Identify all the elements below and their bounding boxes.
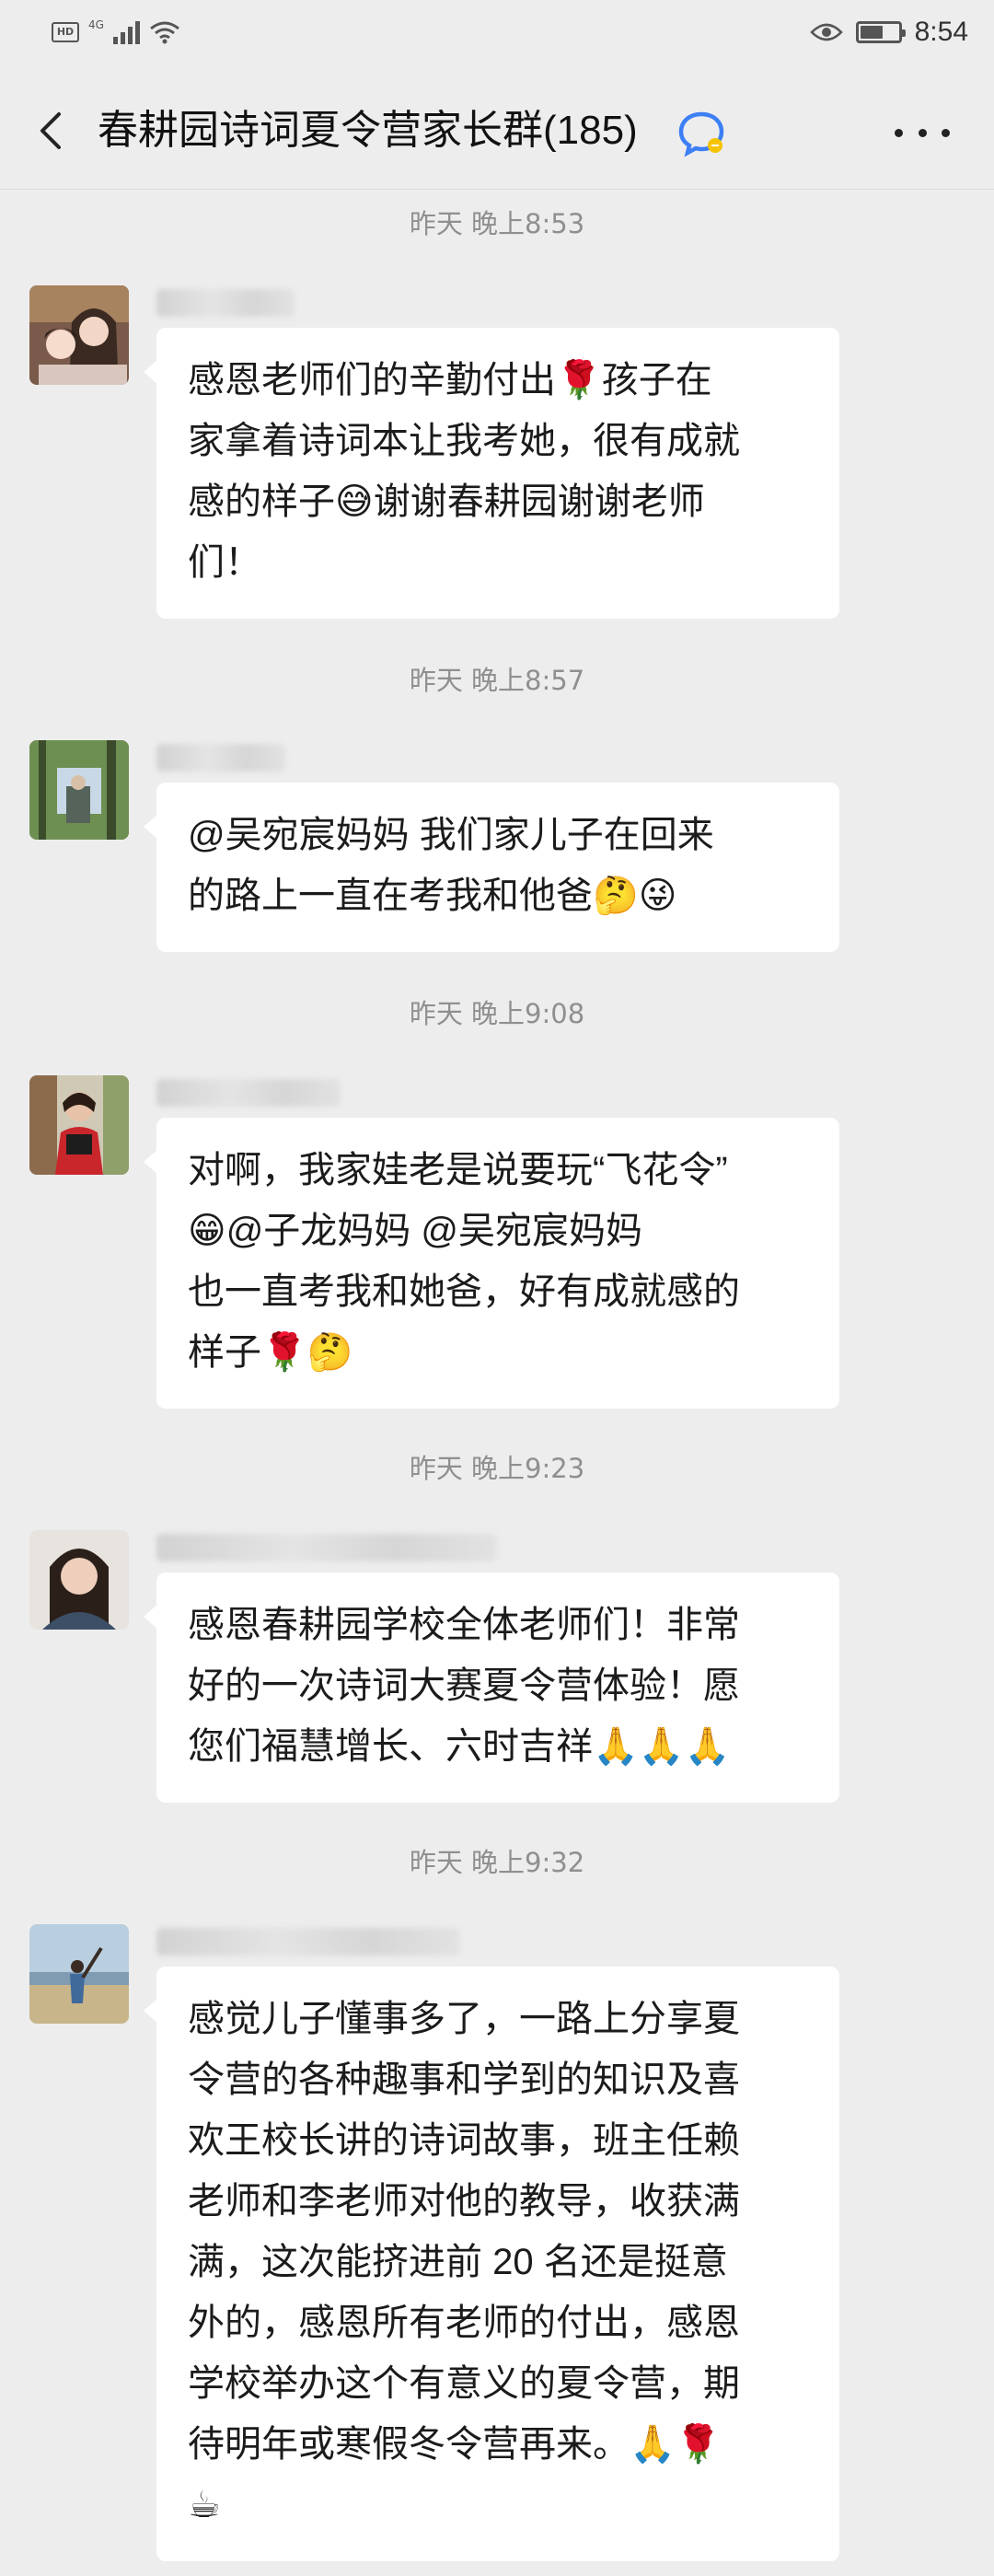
message-text-line: 感的样子😅谢谢春耕园谢谢老师	[188, 482, 705, 522]
battery-icon	[855, 21, 906, 43]
message-timestamp: 昨天 晚上9:23	[409, 1453, 585, 1484]
message-text-line: 外的，感恩所有老师的付出，感恩	[188, 2303, 740, 2343]
message-bubble[interactable]: 感恩春耕园学校全体老师们！非常 好的一次诗词大赛夏令营体验！愿 您们福慧增长、六…	[144, 1572, 839, 1803]
status-time: 8:54	[914, 17, 968, 47]
avatar[interactable]	[29, 740, 129, 840]
message-text-line: 令营的各种趣事和学到的知识及喜	[188, 2060, 740, 2100]
message-text-line: 对啊，我家娃老是说要玩“飞花令”	[188, 1150, 728, 1190]
message-bubble[interactable]: 感觉儿子懂事多了，一路上分享夏 令营的各种趣事和学到的知识及喜 欢王校长讲的诗词…	[144, 1967, 839, 2561]
message-timestamp: 昨天 晚上8:53	[409, 208, 585, 239]
back-button[interactable]	[26, 103, 81, 158]
sender-name	[156, 289, 295, 317]
avatar[interactable]	[29, 285, 129, 385]
message-timestamp: 昨天 晚上9:32	[409, 1847, 585, 1878]
message-text-line: 😁@子龙妈妈 @吴宛宸妈妈	[188, 1211, 643, 1251]
message-text-line: 好的一次诗词大赛夏令营体验！愿	[188, 1665, 740, 1706]
message-text-line: ☕	[188, 2485, 221, 2525]
message-text-line: 们！	[188, 542, 261, 583]
network-type: 4G	[88, 18, 104, 31]
sender-name	[156, 1928, 460, 1955]
dot	[942, 128, 950, 137]
dot	[918, 128, 927, 137]
battery-fill	[860, 26, 883, 39]
message-timestamp: 昨天 晚上9:08	[409, 998, 585, 1029]
message-timestamp: 昨天 晚上8:57	[409, 665, 585, 696]
message-text-line: 老师和李老师对他的教导，收获满	[188, 2181, 740, 2222]
message-text-line: 您们福慧增长、六时吉祥🙏🙏🙏	[188, 1726, 731, 1767]
sender-name	[156, 1079, 341, 1107]
status-right: 8:54	[809, 17, 968, 48]
sender-name	[156, 744, 285, 772]
avatar[interactable]	[29, 1530, 129, 1630]
message-text-line: 待明年或寒假冬令营再来。🙏🌹	[188, 2424, 722, 2465]
signal-icon	[112, 20, 140, 44]
chat-title: 春耕园诗词夏令营家长群(185)	[98, 108, 638, 153]
message-text-line: 欢王校长讲的诗词故事，班主任赖	[188, 2120, 740, 2161]
chat-mute-icon[interactable]	[676, 107, 727, 158]
message-text-line: 家拿着诗词本让我考她，很有成就	[188, 421, 740, 461]
avatar[interactable]	[29, 1924, 129, 2024]
chat-message-list[interactable]: 昨天 晚上8:53 感恩老师们的辛勤付出🌹孩子在 家拿着诗词本让我考她，很有成就…	[0, 190, 994, 2576]
chat-header: 春耕园诗词夏令营家长群(185)	[0, 70, 994, 190]
message-bubble[interactable]: @吴宛宸妈妈 我们家儿子在回来 的路上一直在考我和他爸🤔😜	[144, 783, 839, 952]
message-text-line: 感恩春耕园学校全体老师们！非常	[188, 1605, 740, 1645]
message-text-line: 学校举办这个有意义的夏令营，期	[188, 2363, 740, 2404]
status-bar: HD 4G 8:54	[0, 0, 994, 70]
hd-badge: HD	[52, 22, 79, 42]
avatar[interactable]	[29, 1075, 129, 1175]
message-text-line: 感恩老师们的辛勤付出🌹孩子在	[188, 360, 712, 400]
wifi-icon	[150, 21, 179, 44]
message-text-line: 满，这次能挤进前 20 名还是挺意	[188, 2242, 728, 2282]
eye-icon	[809, 23, 843, 41]
message-bubble[interactable]: 对啊，我家娃老是说要玩“飞花令” 😁@子龙妈妈 @吴宛宸妈妈 也一直考我和她爸，…	[144, 1118, 839, 1409]
message-text-line: 也一直考我和她爸，好有成就感的	[188, 1271, 740, 1312]
message-bubble[interactable]: 感恩老师们的辛勤付出🌹孩子在 家拿着诗词本让我考她，很有成就 感的样子😅谢谢春耕…	[144, 328, 839, 619]
dot	[895, 128, 903, 137]
message-text-line: 样子🌹🤔	[188, 1332, 353, 1373]
message-text-line: 的路上一直在考我和他爸🤔😜	[188, 876, 677, 916]
more-button[interactable]	[895, 107, 950, 158]
sender-name	[156, 1534, 497, 1561]
status-left: HD 4G	[52, 18, 180, 44]
message-text-line: 感觉儿子懂事多了，一路上分享夏	[188, 1999, 740, 2039]
message-text-line: @吴宛宸妈妈 我们家儿子在回来	[188, 815, 714, 855]
